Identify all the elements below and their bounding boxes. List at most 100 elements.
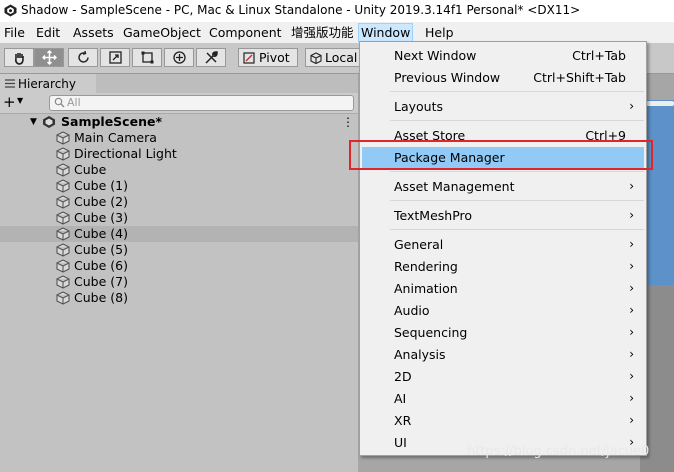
hand-icon [14,53,24,65]
scale-icon [108,51,122,64]
hierarchy-item-label: Main Camera [74,130,157,145]
hierarchy-item-label: Cube (7) [74,274,128,289]
search-icon [54,97,65,108]
menu-item-audio[interactable]: Audio › [362,300,644,322]
menu-item-label: UI [394,435,407,450]
hierarchy-search-input[interactable]: All [49,95,354,111]
hierarchy-item[interactable]: Cube (3) [0,210,358,226]
menu-item-sequencing[interactable]: Sequencing › [362,322,644,344]
search-placeholder: All [67,96,81,109]
transform-tool-button[interactable] [164,48,194,67]
chevron-right-icon: › [629,391,634,405]
gameobject-cube-icon [56,211,70,225]
menu-file[interactable]: File [2,24,27,41]
local-cube-icon [310,52,322,64]
chevron-down-icon[interactable]: ▼ [17,96,23,105]
hierarchy-item[interactable]: Cube (2) [0,194,358,210]
move-tool-button[interactable] [34,48,64,67]
gameobject-cube-icon [56,243,70,257]
gameobject-cube-icon [56,179,70,193]
hierarchy-item[interactable]: Cube (5) [0,242,358,258]
menu-edit[interactable]: Edit [34,24,62,41]
chevron-right-icon: › [629,259,634,273]
gameobject-cube-icon [56,163,70,177]
local-label: Local [325,50,358,65]
gameobject-cube-icon [56,131,70,145]
menu-item-general[interactable]: General › [362,234,644,256]
hierarchy-item[interactable]: Directional Light [0,146,358,162]
menu-item-layouts[interactable]: Layouts › [362,96,644,118]
pivot-label: Pivot [259,50,290,65]
chevron-right-icon: › [629,303,634,317]
menu-item-rendering[interactable]: Rendering › [362,256,644,278]
rect-tool-button[interactable] [132,48,162,67]
pivot-toggle-button[interactable]: Pivot [238,48,298,67]
hierarchy-search-row: + ▼ All [0,93,358,114]
chevron-right-icon: › [629,281,634,295]
hierarchy-tab[interactable]: Hierarchy [0,74,97,93]
menu-item-label: XR [394,413,412,428]
pivot-icon [243,52,255,64]
hierarchy-tree: ▼ SampleScene* ⋮ Main Camera Directional … [0,114,358,472]
unity-logo-icon [4,4,17,17]
menu-item-shortcut: Ctrl+Shift+Tab [533,70,626,85]
menu-separator [390,171,644,172]
menu-help[interactable]: Help [423,24,456,41]
hand-tool-button[interactable] [4,48,34,67]
menu-separator [390,91,644,92]
window-title: Shadow - SampleScene - PC, Mac & Linux S… [21,3,581,17]
menu-item-label: Layouts [394,99,444,114]
hierarchy-item-label: Cube (5) [74,242,128,257]
menu-item-2d[interactable]: 2D › [362,366,644,388]
hierarchy-item[interactable]: Cube (8) [0,290,358,306]
chevron-right-icon: › [629,237,634,251]
watermark: https://blog.csdn.net/jacue0 [467,444,650,459]
menu-item-textmeshpro[interactable]: TextMeshPro › [362,205,644,227]
menu-item-label: Sequencing [394,325,468,340]
scene-name: SampleScene* [61,114,162,129]
menu-enhanced-features[interactable]: 增强版功能 [289,24,356,41]
chevron-right-icon: › [629,208,634,222]
scene-row[interactable]: ▼ SampleScene* ⋮ [0,114,358,130]
hierarchy-item[interactable]: Cube (4) [0,226,358,242]
menu-item-label: 2D [394,369,412,384]
menu-item-ai[interactable]: AI › [362,388,644,410]
hierarchy-item-label: Cube (6) [74,258,128,273]
scene-options-icon[interactable]: ⋮ [342,114,354,130]
hierarchy-item-label: Cube (2) [74,194,128,209]
rect-tool-icon [141,51,153,64]
hierarchy-item[interactable]: Cube (7) [0,274,358,290]
menu-component[interactable]: Component [207,24,284,41]
chevron-right-icon: › [629,413,634,427]
chevron-right-icon: › [629,99,634,113]
menu-item-analysis[interactable]: Analysis › [362,344,644,366]
window-menu-dropdown: Next Window Ctrl+Tab Previous Window Ctrl+S… [359,41,647,456]
menu-assets[interactable]: Assets [71,24,116,41]
menu-window[interactable]: Window [358,23,414,42]
rotate-tool-button[interactable] [68,48,98,67]
menu-item-label: TextMeshPro [394,208,473,223]
chevron-right-icon: › [629,347,634,361]
scene-slider[interactable] [646,101,674,106]
local-toggle-button[interactable]: Local [305,48,361,67]
hierarchy-item[interactable]: Cube (6) [0,258,358,274]
hierarchy-item[interactable]: Main Camera [0,130,358,146]
expand-arrow-icon[interactable]: ▼ [30,117,37,127]
annotation-highlight-box [349,140,653,170]
hierarchy-item[interactable]: Cube [0,162,358,178]
menu-item-xr[interactable]: XR › [362,410,644,432]
menu-item-next-window[interactable]: Next Window Ctrl+Tab [362,45,644,67]
scale-tool-button[interactable] [100,48,130,67]
menu-item-previous-window[interactable]: Previous Window Ctrl+Shift+Tab [362,67,644,89]
hierarchy-item-label: Cube (8) [74,290,128,305]
menu-item-animation[interactable]: Animation › [362,278,644,300]
add-object-button[interactable]: + [3,93,16,111]
menu-item-asset-management[interactable]: Asset Management › [362,176,644,198]
menu-gameobject[interactable]: GameObject [121,24,203,41]
hierarchy-item[interactable]: Cube (1) [0,178,358,194]
custom-tool-button[interactable] [196,48,226,67]
menu-separator [390,200,644,201]
menu-item-label: Rendering [394,259,458,274]
menu-item-label: Audio [394,303,430,318]
menu-item-label: Next Window [394,48,477,63]
